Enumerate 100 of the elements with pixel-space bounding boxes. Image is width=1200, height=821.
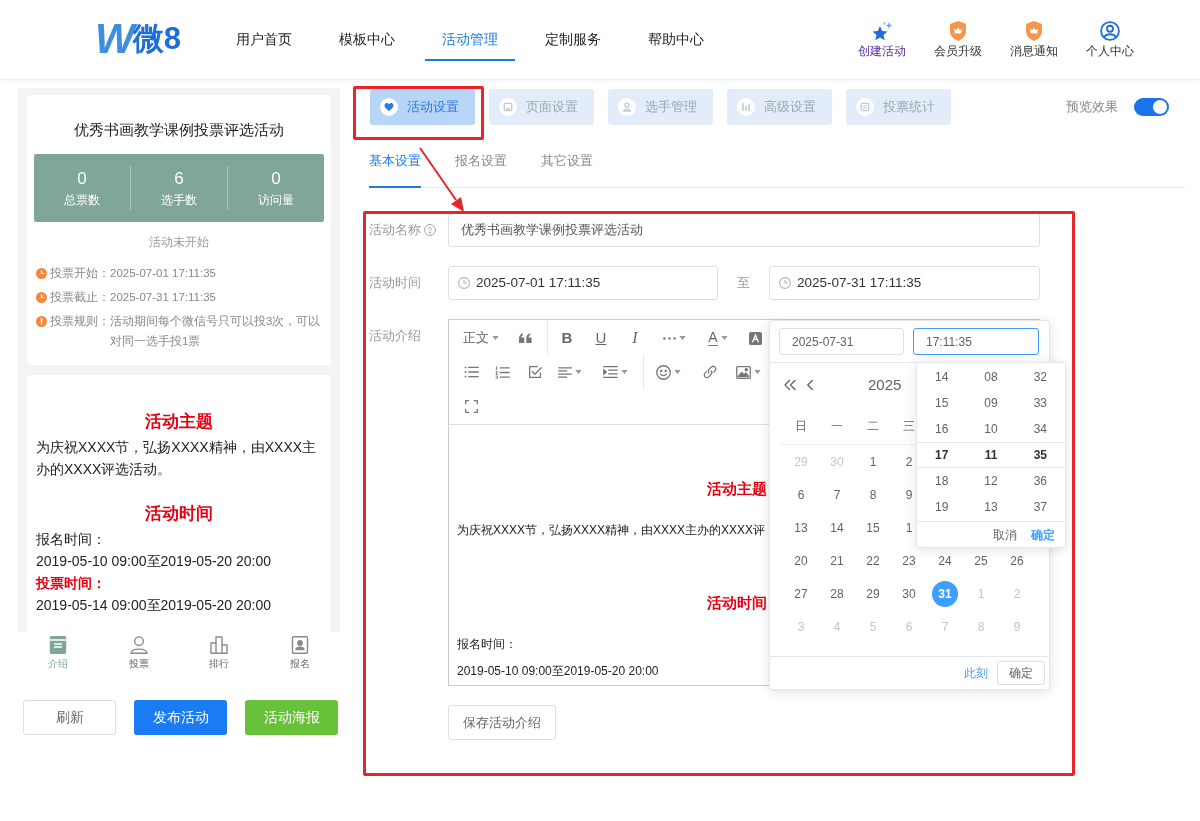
day-cell[interactable]: 27 xyxy=(792,581,810,606)
bars-icon xyxy=(737,98,755,116)
align-left-icon xyxy=(558,366,572,378)
time-option[interactable]: 15 xyxy=(917,390,967,416)
day-cell[interactable]: 28 xyxy=(828,581,846,606)
day-cell[interactable]: 2 xyxy=(903,449,915,474)
editor-text: 为庆祝XXXX节，弘扬XXXX精神，由XXXX主办的XXXX评 xyxy=(457,522,766,539)
caret-icon xyxy=(575,370,582,374)
day-cell[interactable]: 14 xyxy=(828,515,846,540)
chevron-left-icon xyxy=(807,379,813,391)
field-label: 活动介绍 xyxy=(369,327,422,344)
day-cell[interactable]: 21 xyxy=(828,548,846,573)
time-option[interactable]: 35 xyxy=(1015,442,1065,468)
user-icon xyxy=(129,636,148,654)
time-option[interactable]: 18 xyxy=(917,468,967,494)
preview-switch[interactable] xyxy=(1134,98,1169,116)
preview-tab[interactable]: 投票 xyxy=(128,636,149,674)
header-action[interactable]: 会员升级 xyxy=(928,19,988,59)
info-value: 2025-07-01 17:11:35 xyxy=(110,266,217,281)
nav-link[interactable]: 帮助中心 xyxy=(630,19,721,61)
switch-label: 预览效果 xyxy=(1066,98,1118,117)
time-input[interactable]: 17:11:35 xyxy=(913,328,1039,355)
caret-icon xyxy=(720,336,728,340)
italic-button[interactable]: I xyxy=(618,321,652,355)
day-cell[interactable]: 13 xyxy=(792,515,810,540)
end-time-input[interactable]: 2025-07-31 17:11:35 xyxy=(769,266,1040,300)
time-option[interactable]: 11 xyxy=(966,442,1016,468)
day-cell[interactable]: 15 xyxy=(864,515,882,540)
sub-tab[interactable]: 报名设置 xyxy=(455,142,507,188)
sub-tab[interactable]: 其它设置 xyxy=(541,142,593,188)
day-cell[interactable]: 26 xyxy=(1008,548,1026,573)
day-cell[interactable]: 25 xyxy=(972,548,990,573)
info-label: 投票截止： xyxy=(50,290,110,305)
format-dropdown[interactable]: 正文 xyxy=(457,321,505,355)
header-action[interactable]: 个人中心 xyxy=(1080,19,1140,59)
header-action[interactable]: 创建活动 xyxy=(852,19,912,59)
article-heading: 活动主题 xyxy=(144,411,214,433)
info-value: 活动期间每个微信号只可以投3次，可以对同一选手投1票 xyxy=(110,314,322,349)
bold-button[interactable]: B xyxy=(550,321,584,355)
day-cell[interactable]: 6 xyxy=(795,482,807,507)
double-chevron-left-icon xyxy=(784,379,796,391)
day-cell[interactable]: 1 xyxy=(867,449,879,474)
day-cell[interactable]: 23 xyxy=(900,548,918,573)
time-option[interactable]: 09 xyxy=(966,390,1016,416)
activity-status: 活动未开始 xyxy=(149,234,209,250)
header-action[interactable]: 消息通知 xyxy=(1004,19,1064,59)
day-cell[interactable]: 1 xyxy=(903,515,915,540)
nav-link[interactable]: 用户首页 xyxy=(218,19,309,61)
day-cell[interactable]: 22 xyxy=(864,548,882,573)
id-card-icon xyxy=(290,636,309,654)
time-option[interactable]: 08 xyxy=(966,364,1016,390)
range-separator: 至 xyxy=(736,274,751,293)
caret-icon xyxy=(492,336,499,340)
font-color-button[interactable]: A xyxy=(696,321,740,355)
save-intro-button[interactable]: 保存活动介绍 xyxy=(448,705,556,740)
field-label: 活动名称 xyxy=(369,221,421,240)
link-icon xyxy=(703,365,717,379)
confirm-button[interactable]: 确定 xyxy=(997,661,1045,685)
editor-heading: 活动时间 xyxy=(707,593,767,613)
day-cell[interactable]: 24 xyxy=(936,548,954,573)
preview-tab[interactable]: 报名 xyxy=(289,636,310,674)
cancel-button[interactable]: 取消 xyxy=(993,525,1017,544)
previous-month-button[interactable] xyxy=(804,379,816,391)
underline-button[interactable]: U xyxy=(584,321,618,355)
day-cell[interactable]: 30 xyxy=(900,581,918,606)
start-time-input[interactable]: 2025-07-01 17:11:35 xyxy=(448,266,718,300)
preview-action-button[interactable]: 发布活动 xyxy=(134,700,227,735)
name-input[interactable]: 优秀书画教学课例投票评选活动 xyxy=(448,213,1040,247)
time-option[interactable]: 17 xyxy=(917,442,967,468)
date-input[interactable]: 2025-07-31 xyxy=(779,328,904,355)
time-option[interactable]: 19 xyxy=(917,494,967,520)
day-cell[interactable]: 20 xyxy=(792,548,810,573)
stat-label: 总票数 xyxy=(64,191,100,208)
time-option[interactable]: 13 xyxy=(966,494,1016,520)
document-icon xyxy=(49,636,68,654)
preview-tab[interactable]: 排行 xyxy=(209,636,230,674)
image-icon xyxy=(499,98,517,116)
time-option[interactable]: 10 xyxy=(966,416,1016,442)
stat-value: 0 xyxy=(77,168,87,189)
badge-icon xyxy=(950,21,966,41)
editor-text: 2019-05-10 09:00至2019-05-20 20:00 xyxy=(457,663,659,680)
time-option[interactable]: 12 xyxy=(966,468,1016,494)
time-option[interactable]: 16 xyxy=(917,416,967,442)
day-cell[interactable]: 7 xyxy=(831,482,843,507)
time-option[interactable]: 14 xyxy=(917,364,967,390)
nav-link[interactable]: 定制服务 xyxy=(527,19,618,61)
sub-tab[interactable]: 基本设置 xyxy=(369,142,421,188)
stat-label: 访问量 xyxy=(258,191,294,208)
info-label: 投票规则： xyxy=(50,314,110,329)
preview-action-button[interactable]: 刷新 xyxy=(23,700,116,735)
info-label: 投票开始： xyxy=(50,266,110,281)
day-cell[interactable]: 8 xyxy=(867,482,879,507)
previous-year-button[interactable] xyxy=(784,379,796,391)
day-cell[interactable]: 29 xyxy=(864,581,882,606)
nav-link[interactable]: 模板中心 xyxy=(321,19,412,61)
nav-link[interactable]: 活动管理 xyxy=(424,19,515,61)
indent-icon xyxy=(602,366,618,378)
article-text: 2019-05-10 09:00至2019-05-20 20:00 xyxy=(36,552,273,571)
day-cell[interactable]: 9 xyxy=(903,482,915,507)
calendar-year: 2025 xyxy=(868,374,902,395)
